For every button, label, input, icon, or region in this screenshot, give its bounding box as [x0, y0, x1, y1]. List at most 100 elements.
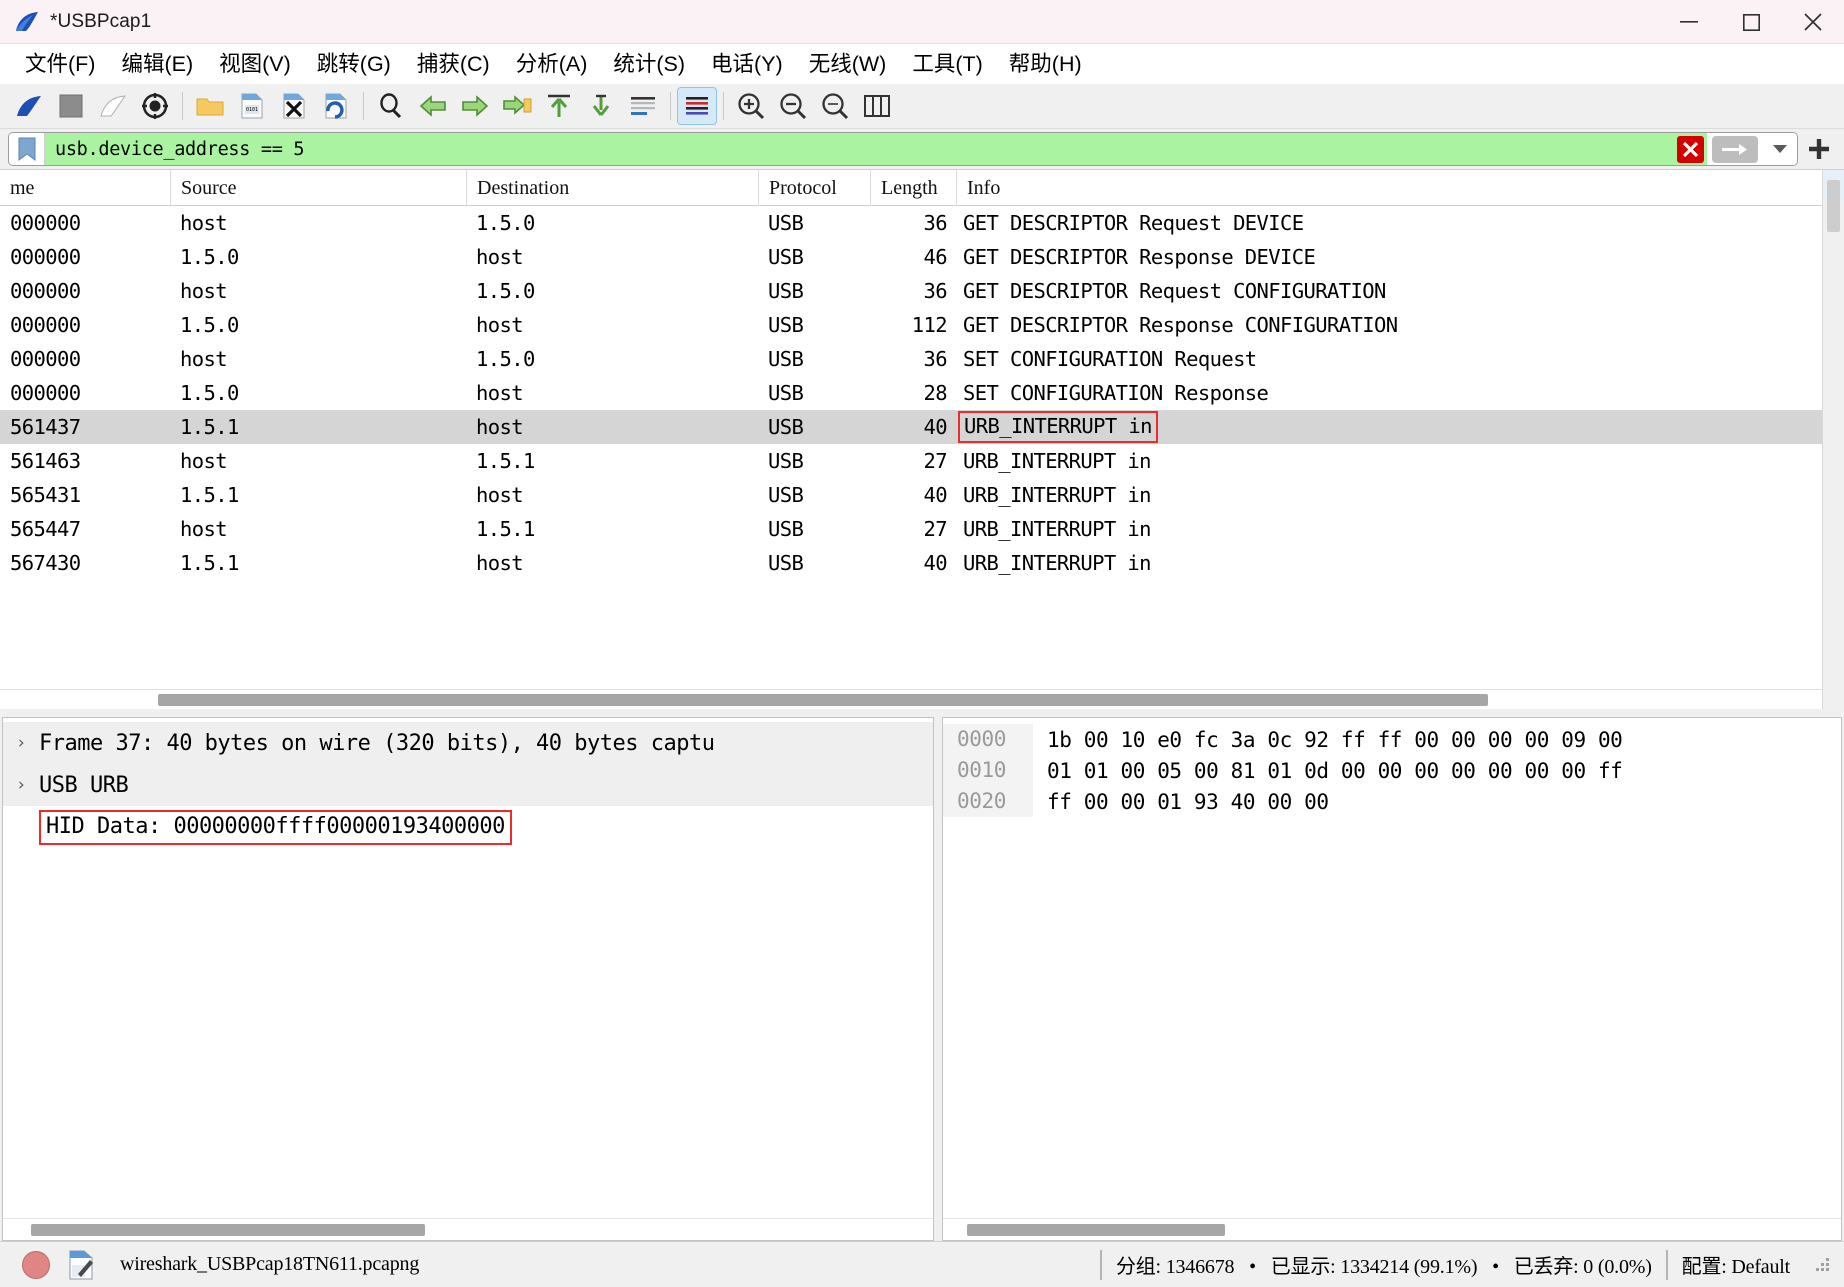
apply-filter-icon[interactable] — [1707, 133, 1763, 165]
column-protocol[interactable]: Protocol — [758, 170, 870, 206]
go-first-packet-icon[interactable] — [538, 86, 580, 126]
chevron-right-icon[interactable]: › — [3, 775, 39, 795]
menu-help[interactable]: 帮助(H) — [996, 44, 1095, 84]
bytes-hscroll-thumb[interactable] — [967, 1224, 1225, 1236]
packet-row[interactable]: 567430 1.5.1 host USB 40 URB_INTERRUPT in — [0, 546, 1822, 580]
packet-bytes-hexdump: 0000 1b 00 10 e0 fc 3a 0c 92 ff ff 00 00 … — [943, 718, 1841, 1218]
configuration-profile[interactable]: 配置: Default — [1682, 1250, 1791, 1279]
toolbar-separator — [182, 92, 183, 120]
packet-source: 1.5.0 — [180, 381, 239, 405]
clear-filter-icon[interactable] — [1673, 133, 1707, 165]
chevron-right-icon[interactable]: › — [3, 733, 39, 753]
packet-protocol: USB — [768, 313, 804, 337]
display-filter-input[interactable] — [45, 133, 1673, 165]
minimize-icon[interactable] — [1658, 0, 1720, 44]
packet-time: 000000 — [10, 381, 81, 405]
hexdump-row[interactable]: 0020 ff 00 00 01 93 40 00 00 — [943, 786, 1841, 817]
packet-source: 1.5.0 — [180, 245, 239, 269]
packet-row[interactable]: 565431 1.5.1 host USB 40 URB_INTERRUPT in — [0, 478, 1822, 512]
hexdump-row[interactable]: 0010 01 01 00 05 00 81 01 0d 00 00 00 00 … — [943, 755, 1841, 786]
column-time[interactable]: me — [0, 170, 170, 206]
packet-length: 27 — [923, 517, 948, 541]
column-info[interactable]: Info — [956, 170, 1822, 206]
go-forward-icon[interactable] — [454, 86, 496, 126]
status-bar: wireshark_USBPcap18TN611.pcapng 分组: 1346… — [0, 1241, 1844, 1287]
find-packet-icon[interactable] — [370, 86, 412, 126]
packet-destination: 1.5.0 — [476, 347, 535, 371]
zoom-out-icon[interactable] — [772, 86, 814, 126]
go-back-icon[interactable] — [412, 86, 454, 126]
pane-splitter[interactable] — [0, 709, 1844, 717]
stop-capture-icon[interactable] — [50, 86, 92, 126]
menu-edit[interactable]: 编辑(E) — [108, 44, 206, 84]
hexdump-bytes: ff 00 00 01 93 40 00 00 — [1047, 789, 1329, 814]
packet-info: GET DESCRIPTOR Response DEVICE — [963, 245, 1316, 269]
status-separator-1: • — [1249, 1256, 1256, 1278]
chevron-down-icon[interactable] — [1763, 133, 1797, 165]
detail-hscrollbar[interactable] — [3, 1218, 933, 1240]
packet-list-vscrollbar[interactable] — [1822, 170, 1844, 709]
window-title: *USBPcap1 — [50, 10, 152, 32]
autoscroll-icon[interactable] — [622, 86, 664, 126]
close-icon[interactable] — [1782, 0, 1844, 44]
bytes-hscrollbar[interactable] — [943, 1218, 1841, 1240]
resize-columns-icon[interactable] — [856, 86, 898, 126]
menu-analyze[interactable]: 分析(A) — [503, 44, 601, 84]
packet-row[interactable]: 561437 1.5.1 host USB 40 URB_INTERRUPT in — [0, 410, 1822, 444]
resize-grip-icon[interactable] — [1814, 1256, 1832, 1274]
maximize-icon[interactable] — [1720, 0, 1782, 44]
packet-row[interactable]: 000000 1.5.0 host USB 112 GET DESCRIPTOR Resp… — [0, 308, 1822, 342]
reload-file-icon[interactable] — [315, 86, 357, 126]
packet-row[interactable]: 000000 1.5.0 host USB 28 SET CONFIGURATION Re… — [0, 376, 1822, 410]
packet-list-hscroll-thumb[interactable] — [158, 694, 1488, 706]
menu-view[interactable]: 视图(V) — [206, 44, 304, 84]
hexdump-bytes: 1b 00 10 e0 fc 3a 0c 92 ff ff 00 00 00 0… — [1047, 727, 1623, 752]
capture-file-properties-icon[interactable] — [68, 1250, 94, 1280]
packet-list-hscrollbar[interactable] — [0, 689, 1822, 709]
menu-tools[interactable]: 工具(T) — [899, 44, 995, 84]
capture-options-icon[interactable] — [134, 86, 176, 126]
detail-hscroll-thumb[interactable] — [31, 1224, 425, 1236]
packet-time: 567430 — [10, 551, 81, 575]
colorize-icon[interactable] — [677, 87, 717, 125]
zoom-reset-icon[interactable] — [814, 86, 856, 126]
open-file-icon[interactable] — [189, 86, 231, 126]
menu-go[interactable]: 跳转(G) — [304, 44, 404, 84]
save-file-icon[interactable]: 0101 — [231, 86, 273, 126]
close-file-icon[interactable] — [273, 86, 315, 126]
capture-status-icon[interactable] — [22, 1250, 50, 1279]
detail-row[interactable]: HID Data: 00000000ffff00000193400000 — [3, 806, 933, 848]
go-last-packet-icon[interactable] — [580, 86, 622, 126]
packet-length: 40 — [923, 483, 948, 507]
packet-source: host — [180, 517, 228, 541]
menu-capture[interactable]: 捕获(C) — [404, 44, 503, 84]
packet-row[interactable]: 000000 1.5.0 host USB 46 GET DESCRIPTOR Respo… — [0, 240, 1822, 274]
packet-protocol: USB — [768, 279, 804, 303]
packet-row[interactable]: 000000 host 1.5.0 USB 36 GET DESCRIPTOR Reque… — [0, 274, 1822, 308]
menu-statistics[interactable]: 统计(S) — [600, 44, 698, 84]
zoom-in-icon[interactable] — [730, 86, 772, 126]
go-to-packet-icon[interactable] — [496, 86, 538, 126]
restart-capture-icon[interactable] — [92, 86, 134, 126]
bookmark-icon[interactable] — [9, 133, 45, 165]
column-length[interactable]: Length — [870, 170, 956, 206]
packet-source: host — [180, 211, 228, 235]
detail-row[interactable]: › USB URB — [3, 764, 933, 806]
menu-wireless[interactable]: 无线(W) — [796, 44, 900, 84]
column-destination[interactable]: Destination — [466, 170, 758, 206]
packet-time: 000000 — [10, 279, 81, 303]
packet-row[interactable]: 561463 host 1.5.1 USB 27 URB_INTERRUPT in — [0, 444, 1822, 478]
packet-destination: 1.5.0 — [476, 211, 535, 235]
menu-telephony[interactable]: 电话(Y) — [698, 44, 796, 84]
packet-info: SET CONFIGURATION Response — [963, 381, 1269, 405]
hexdump-row[interactable]: 0000 1b 00 10 e0 fc 3a 0c 92 ff ff 00 00 … — [943, 724, 1841, 755]
packet-row[interactable]: 565447 host 1.5.1 USB 27 URB_INTERRUPT in — [0, 512, 1822, 546]
column-source[interactable]: Source — [170, 170, 466, 206]
menu-file[interactable]: 文件(F) — [12, 44, 108, 84]
packet-row[interactable]: 000000 host 1.5.0 USB 36 GET DESCRIPTOR Reque… — [0, 206, 1822, 240]
packet-row[interactable]: 000000 host 1.5.0 USB 36 SET CONFIGURATION Re… — [0, 342, 1822, 376]
packet-list-vscroll-thumb[interactable] — [1827, 180, 1840, 232]
detail-row[interactable]: › Frame 37: 40 bytes on wire (320 bits), … — [3, 722, 933, 764]
start-capture-icon[interactable] — [8, 86, 50, 126]
add-filter-button-icon[interactable] — [1798, 137, 1840, 161]
